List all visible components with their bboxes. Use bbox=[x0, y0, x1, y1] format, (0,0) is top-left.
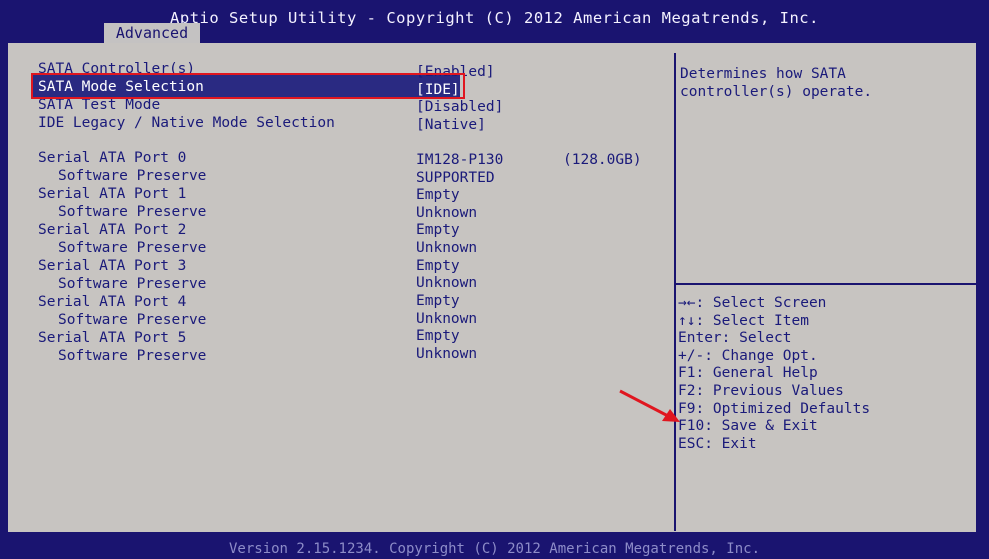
port-0-preserve-value: SUPPORTED bbox=[416, 170, 495, 186]
port-3-preserve-value: Unknown bbox=[416, 275, 478, 291]
port-4-value: Empty bbox=[416, 293, 460, 309]
port-0-value: IM128-P130 bbox=[416, 152, 504, 168]
port-0-label: Serial ATA Port 0 bbox=[38, 150, 187, 166]
port-5-preserve-value: Unknown bbox=[416, 346, 478, 362]
port-0-capacity: (128.0GB) bbox=[563, 152, 642, 168]
help-text-line-1: Determines how SATA bbox=[680, 66, 846, 82]
key-change-opt: +/-: Change Opt. bbox=[678, 348, 818, 364]
port-1-preserve-value: Unknown bbox=[416, 205, 478, 221]
port-2-label: Serial ATA Port 2 bbox=[38, 222, 187, 238]
port-0-preserve-label: Software Preserve bbox=[58, 168, 207, 184]
port-1-value: Empty bbox=[416, 187, 460, 203]
key-enter-select: Enter: Select bbox=[678, 330, 792, 346]
port-5-label: Serial ATA Port 5 bbox=[38, 330, 187, 346]
key-general-help: F1: General Help bbox=[678, 365, 818, 381]
setting-ide-legacy-native-value[interactable]: [Native] bbox=[416, 116, 486, 134]
port-5-value: Empty bbox=[416, 328, 460, 344]
annotation-arrow-icon bbox=[619, 389, 680, 422]
port-1-preserve-label: Software Preserve bbox=[58, 204, 207, 220]
port-2-preserve-value: Unknown bbox=[416, 240, 478, 256]
main-panel: SATA Controller(s) [Enabled] SATA Mode S… bbox=[8, 43, 976, 532]
annotation-box bbox=[31, 73, 465, 99]
key-previous-values: F2: Previous Values bbox=[678, 383, 844, 399]
port-4-preserve-label: Software Preserve bbox=[58, 312, 207, 328]
key-select-item: ↑↓: Select Item bbox=[678, 313, 809, 329]
help-text-line-2: controller(s) operate. bbox=[680, 84, 873, 100]
port-4-preserve-value: Unknown bbox=[416, 311, 478, 327]
setting-ide-legacy-native[interactable]: IDE Legacy / Native Mode Selection bbox=[38, 114, 335, 132]
setting-sata-test-mode-value[interactable]: [Disabled] bbox=[416, 98, 503, 116]
port-1-label: Serial ATA Port 1 bbox=[38, 186, 187, 202]
vertical-divider bbox=[674, 53, 676, 531]
key-save-exit: F10: Save & Exit bbox=[678, 418, 818, 434]
port-5-preserve-label: Software Preserve bbox=[58, 348, 207, 364]
horizontal-divider bbox=[676, 283, 976, 285]
key-select-screen: →←: Select Screen bbox=[678, 295, 827, 311]
port-3-value: Empty bbox=[416, 258, 460, 274]
tab-advanced[interactable]: Advanced bbox=[104, 23, 200, 43]
key-esc-exit: ESC: Exit bbox=[678, 436, 757, 452]
port-4-label: Serial ATA Port 4 bbox=[38, 294, 187, 310]
port-3-label: Serial ATA Port 3 bbox=[38, 258, 187, 274]
port-2-preserve-label: Software Preserve bbox=[58, 240, 207, 256]
port-2-value: Empty bbox=[416, 222, 460, 238]
key-optimized-defaults: F9: Optimized Defaults bbox=[678, 401, 871, 417]
port-3-preserve-label: Software Preserve bbox=[58, 276, 207, 292]
footer-version: Version 2.15.1234. Copyright (C) 2012 Am… bbox=[228, 541, 760, 557]
